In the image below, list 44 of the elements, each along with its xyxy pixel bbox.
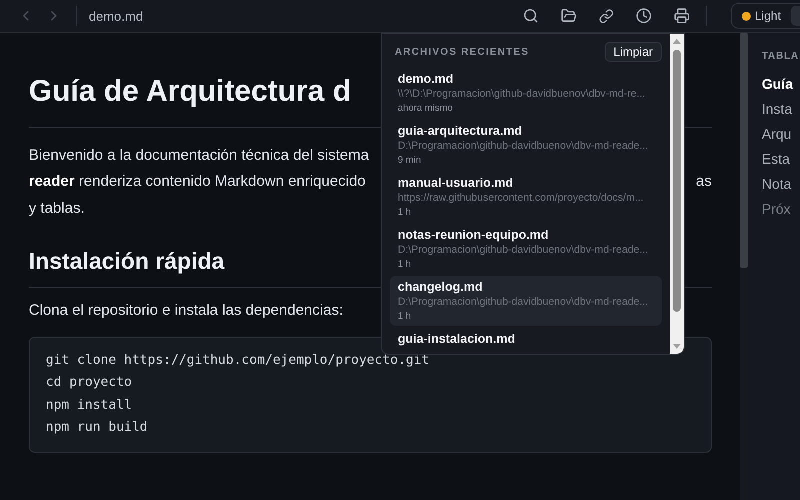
file-name: manual-usuario.md (398, 176, 514, 190)
toc-link[interactable]: Guía (762, 76, 800, 92)
file-time: 9 min (398, 155, 422, 166)
recent-file-item[interactable]: guia-instalacion.md (390, 328, 662, 350)
scrollbar[interactable] (740, 33, 748, 500)
file-path: D:\Programacion\github-davidbuenov\dbv-md-reade... (398, 140, 650, 152)
scrollbar-drawing[interactable] (670, 34, 684, 354)
paragraph-fragment: as (696, 173, 712, 190)
clear-button[interactable]: Limpiar (604, 42, 662, 62)
file-path: https://raw.githubusercontent.com/proyecto/docs/m... (398, 192, 645, 204)
recent-file-item[interactable]: changelog.md D:\Programacion\github-davidbuenov\dbv-md-reade... 1 h (390, 276, 662, 326)
file-name: guia-instalacion.md (398, 332, 516, 346)
toc-link[interactable]: Arqu (762, 126, 800, 142)
toc-link[interactable]: Esta (762, 151, 800, 167)
file-path: \\?\D:\Programacion\github-davidbuenov\dbv-md-re... (398, 88, 646, 100)
file-time: ahora mismo (398, 103, 454, 114)
code-line: npm run build (46, 419, 148, 437)
file-time: 1 h (398, 311, 412, 322)
code-line: git clone https://github.com/ejemplo/proyecto.git (46, 352, 430, 370)
toc-title: TABLA (762, 51, 800, 62)
recent-file-item[interactable]: manual-usuario.md https://raw.githubusercontent.com/proyecto/docs/m... 1 h (390, 172, 662, 222)
file-name: demo.md (89, 8, 144, 24)
paragraph-line: y tablas. (29, 200, 85, 217)
paragraph-line: reader renderiza contenido Markdown enriquecido (29, 173, 366, 190)
file-path: D:\Programacion\github-davidbuenov\dbv-md-reade... (398, 296, 650, 308)
file-time: 1 h (398, 259, 412, 270)
popup-title: ARCHIVOS RECIENTES (395, 46, 530, 58)
folder-icon (561, 8, 577, 24)
link-icon (599, 8, 614, 24)
toc-link[interactable]: Próx (762, 201, 800, 217)
clock-icon (636, 8, 652, 24)
paragraph-line: Bienvenido a la documentación técnica del sistema (29, 146, 370, 164)
file-name: demo.md (398, 72, 455, 86)
code-line: npm install (46, 396, 132, 414)
toc-link[interactable]: Insta (762, 101, 800, 117)
light-theme-button[interactable]: Light (736, 7, 788, 25)
paragraph: Clona el repositorio e instala las dependencias: (29, 302, 344, 318)
code-line: cd proyecto (46, 374, 132, 392)
sun-icon (742, 12, 751, 20)
file-name: notas-reunion-equipo.md (398, 228, 550, 242)
toc-link[interactable]: Nota (762, 176, 800, 192)
search-icon (523, 8, 539, 24)
file-time: 1 h (398, 207, 412, 218)
printer-icon (674, 8, 690, 24)
